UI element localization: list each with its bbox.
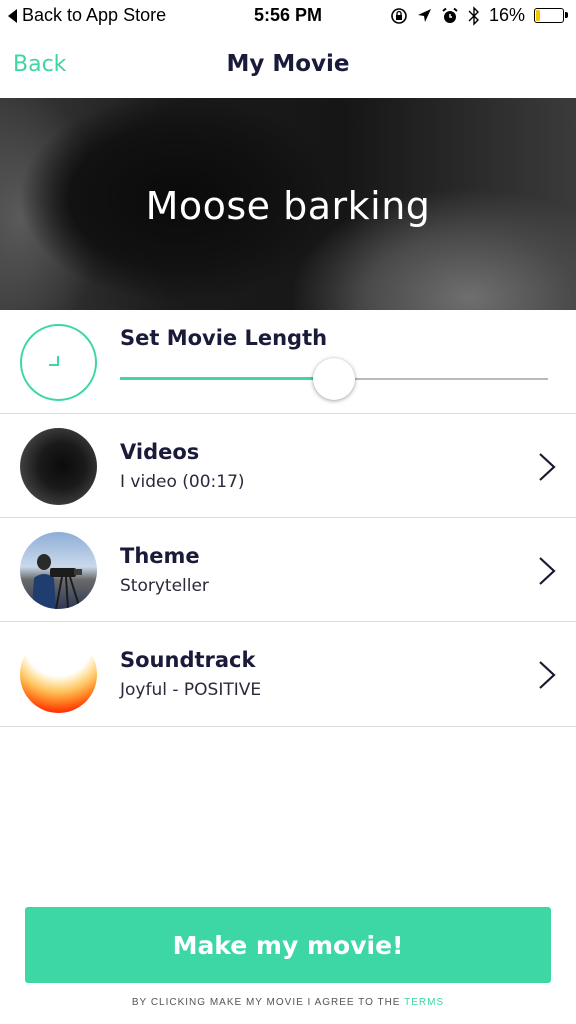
terms-notice: BY CLICKING MAKE MY MOVIE I AGREE TO THE… bbox=[0, 997, 576, 1008]
make-movie-button[interactable]: Make my movie! bbox=[25, 907, 551, 983]
status-bar: Back to App Store 5:56 PM 16% bbox=[0, 0, 576, 32]
theme-subtitle: Storyteller bbox=[120, 576, 209, 596]
movie-title: Moose barking bbox=[145, 184, 431, 228]
soundtrack-title: Soundtrack bbox=[120, 648, 256, 672]
battery-percent: 16% bbox=[488, 5, 525, 25]
movie-length-slider[interactable] bbox=[120, 358, 548, 400]
videos-subtitle: I video (00:17) bbox=[120, 472, 245, 492]
rotation-lock-icon bbox=[391, 7, 407, 24]
terms-link[interactable]: TERMS bbox=[404, 997, 444, 1008]
videos-title: Videos bbox=[120, 440, 200, 464]
page-title: My Movie bbox=[226, 51, 350, 77]
soundtrack-thumbnail bbox=[20, 636, 97, 713]
theme-row[interactable]: Theme Storyteller bbox=[0, 518, 576, 622]
videos-thumbnail bbox=[20, 428, 97, 505]
slider-fill bbox=[120, 377, 334, 380]
soundtrack-subtitle: Joyful - POSITIVE bbox=[120, 680, 262, 700]
terms-prefix: BY CLICKING MAKE MY MOVIE I AGREE TO THE bbox=[131, 997, 401, 1008]
theme-title: Theme bbox=[120, 544, 200, 568]
chevron-right-icon[interactable] bbox=[536, 452, 558, 482]
bluetooth-icon bbox=[468, 5, 479, 26]
hero-banner: Moose barking bbox=[0, 98, 576, 310]
status-indicators: 16% bbox=[390, 5, 568, 26]
movie-length-row: Set Movie Length bbox=[0, 310, 576, 414]
movie-length-label: Set Movie Length bbox=[120, 326, 328, 350]
cameraman-image bbox=[32, 554, 82, 609]
chevron-right-icon[interactable] bbox=[536, 556, 558, 586]
clock-icon bbox=[20, 324, 97, 401]
location-arrow-icon bbox=[417, 9, 431, 22]
soundtrack-row[interactable]: Soundtrack Joyful - POSITIVE bbox=[0, 622, 576, 727]
battery-icon bbox=[534, 8, 568, 23]
theme-thumbnail bbox=[20, 532, 97, 609]
battery-fill bbox=[536, 10, 541, 21]
nav-bar: Back My Movie bbox=[0, 32, 576, 98]
slider-thumb[interactable] bbox=[313, 358, 355, 400]
alarm-icon bbox=[442, 7, 458, 23]
chevron-right-icon[interactable] bbox=[536, 660, 558, 690]
videos-row[interactable]: Videos I video (00:17) bbox=[0, 414, 576, 518]
clock-hand bbox=[49, 356, 59, 366]
